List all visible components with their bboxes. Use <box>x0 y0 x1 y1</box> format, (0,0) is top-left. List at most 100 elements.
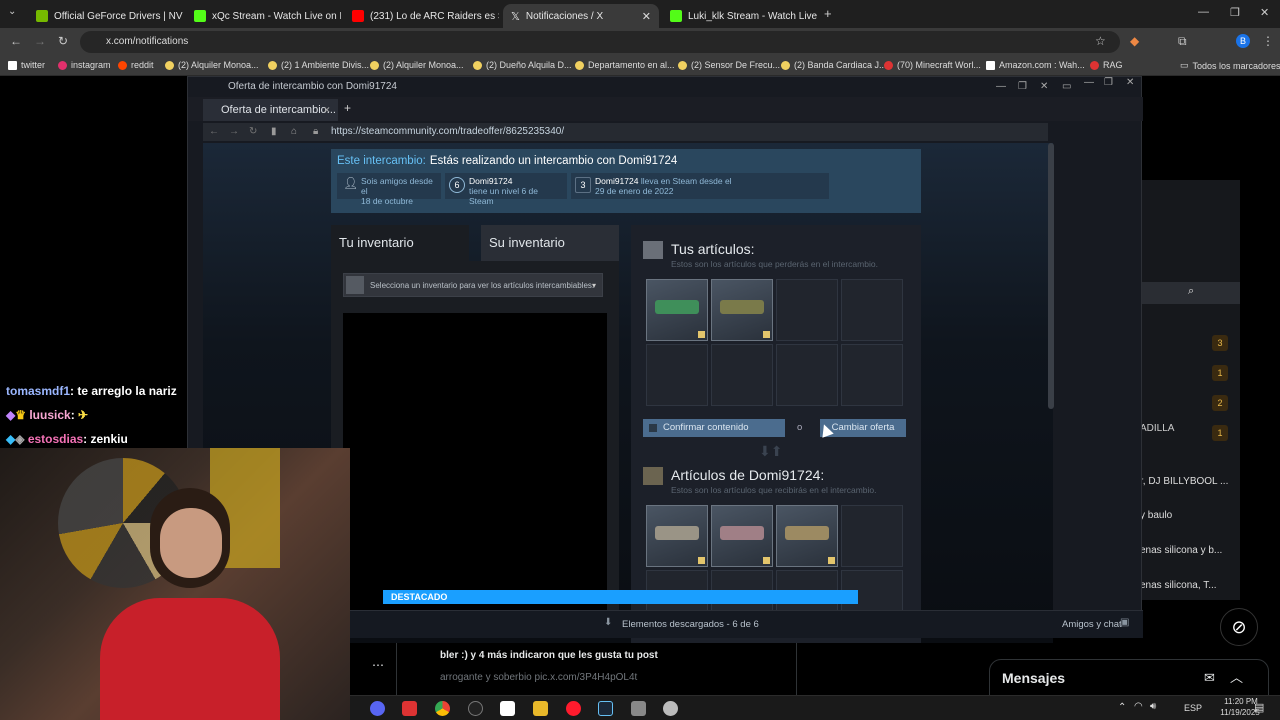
item-slot[interactable] <box>841 505 903 567</box>
extension-icon[interactable]: ◆ <box>1130 34 1139 48</box>
home-icon[interactable]: ⌂ <box>291 123 297 141</box>
close-icon[interactable]: ✕ <box>636 10 651 23</box>
bookmark-item[interactable]: Departamento en al... <box>575 60 675 70</box>
item-slot[interactable] <box>841 279 903 341</box>
reload-icon[interactable]: ↻ <box>249 123 257 141</box>
app-icon[interactable] <box>500 701 515 716</box>
reload-icon[interactable]: ↻ <box>58 34 68 48</box>
bookmark-icon[interactable]: ▮ <box>271 123 277 141</box>
more-icon[interactable]: ⋯ <box>372 658 384 672</box>
app-icon[interactable] <box>402 701 417 716</box>
bookmark-item[interactable]: (2) Dueño Alquila D... <box>473 60 572 70</box>
language-indicator[interactable]: ESP <box>1184 703 1202 713</box>
wifi-icon[interactable]: ◠ <box>1134 701 1143 712</box>
forward-icon[interactable]: → <box>229 123 239 141</box>
avatar[interactable]: B <box>1236 34 1250 48</box>
forward-icon[interactable]: → <box>34 34 46 48</box>
tab-your-inventory[interactable]: Tu inventario <box>331 225 469 261</box>
close-icon[interactable]: ✕ <box>1126 73 1134 93</box>
app-icon[interactable] <box>631 701 646 716</box>
search-icon[interactable]: ⌕ <box>1188 285 1194 298</box>
bookmark-reddit[interactable]: reddit <box>118 60 154 70</box>
bookmark-instagram[interactable]: instagram <box>58 60 111 70</box>
minimize-icon[interactable]: — <box>1084 73 1094 93</box>
bookmark-item[interactable]: (70) Minecraft Worl... <box>884 60 981 70</box>
new-message-icon[interactable]: ✉ <box>1204 660 1215 696</box>
close-window-icon[interactable]: ✕ <box>1260 6 1269 19</box>
tab-xqc[interactable]: xQc Stream - Watch Live on Kick ✕ <box>186 4 341 28</box>
steam-url-bar[interactable]: ← → ↻ ▮ ⌂ 🔒︎ https://steamcommunity.com/… <box>203 123 1048 141</box>
maximize-icon[interactable]: ❐ <box>1018 77 1027 97</box>
volume-icon[interactable]: 🔊︎ <box>1150 701 1156 712</box>
close-icon[interactable]: ✕ <box>1040 77 1048 97</box>
item-slot[interactable] <box>776 505 838 567</box>
item-slot[interactable] <box>646 279 708 341</box>
item-slot[interactable] <box>711 344 773 406</box>
tab-nvidia[interactable]: Official GeForce Drivers | NVIDIA ✕ <box>28 4 183 28</box>
grok-icon[interactable]: ⊘ <box>1220 608 1258 646</box>
all-bookmarks-folder[interactable]: ▭ Todos los marcadores <box>1180 60 1280 71</box>
back-icon[interactable]: ← <box>10 34 22 48</box>
item-slot[interactable] <box>646 344 708 406</box>
post-text[interactable]: arrogante y soberbio pic.x.com/3P4H4pOL4… <box>440 672 637 683</box>
bookmark-item[interactable]: (2) Alquiler Monoa... <box>165 60 259 70</box>
bookmark-item[interactable]: (2) Alquiler Monoa... <box>370 60 464 70</box>
bookmark-item[interactable]: (2) Sensor De Frecu... <box>678 60 780 70</box>
extensions-icon[interactable]: ⧉ <box>1178 34 1187 49</box>
back-icon[interactable]: ← <box>209 123 219 141</box>
maximize-icon[interactable]: ❐ <box>1230 6 1240 19</box>
scrollbar[interactable] <box>1048 143 1054 409</box>
item-slot[interactable] <box>646 505 708 567</box>
bookmark-rag[interactable]: RAG <box>1090 60 1123 70</box>
side-item[interactable]: r, DJ BILLYBOOL ... <box>1140 476 1228 487</box>
item-slot[interactable] <box>776 344 838 406</box>
discord-icon[interactable] <box>370 701 385 716</box>
steam-icon[interactable] <box>598 701 613 716</box>
side-search[interactable]: ⌕ <box>1140 282 1240 304</box>
menu-icon[interactable]: ⋮ <box>1262 34 1274 48</box>
downloads-status[interactable]: Elementos descargados - 6 de 6 <box>622 619 759 630</box>
messages-drawer[interactable]: Mensajes ✉ ︿ <box>989 659 1269 699</box>
side-item[interactable]: enas silicona, T... <box>1140 580 1217 591</box>
maximize-icon[interactable]: ❐ <box>1104 73 1113 93</box>
side-item[interactable]: enas silicona y b... <box>1140 545 1222 556</box>
bookmark-amazon[interactable]: Amazon.com : Wah... <box>986 60 1085 70</box>
opera-icon[interactable] <box>566 701 581 716</box>
chevron-up-icon[interactable]: ⌃ <box>1118 702 1126 713</box>
side-item[interactable]: y baulo <box>1140 510 1172 521</box>
item-slot[interactable] <box>776 279 838 341</box>
url-field[interactable]: x.com/notifications <box>80 31 1120 53</box>
inventory-select[interactable]: Selecciona un inventario para ver los ar… <box>343 273 603 297</box>
minimize-icon[interactable]: — <box>996 77 1006 97</box>
chevron-up-icon[interactable]: ︿ <box>1230 660 1243 696</box>
folder-icon[interactable] <box>533 701 548 716</box>
tab-trade-offer[interactable]: Oferta de intercambio... ✕ <box>203 99 338 121</box>
bookmark-item[interactable]: (2) 1 Ambiente Divis... <box>268 60 369 70</box>
tab-youtube[interactable]: (231) Lo de ARC Raiders es SAL ✕ <box>344 4 499 28</box>
close-icon[interactable]: ✕ <box>323 99 331 121</box>
tab-notifications[interactable]: 𝕏 Notificaciones / X ✕ <box>503 4 659 28</box>
chat-icon[interactable]: ▣ <box>1120 617 1129 628</box>
tab-luki[interactable]: Luki_klk Stream - Watch Live on ✕ <box>662 4 817 28</box>
window-icon[interactable]: ▭ <box>1062 77 1071 97</box>
bookmark-star-icon[interactable]: ☆ <box>1095 34 1106 48</box>
chrome-icon[interactable] <box>435 701 450 716</box>
confirm-contents-button[interactable]: Confirmar contenido <box>643 419 785 437</box>
bookmark-item[interactable]: (2) Banda Cardiaca J... <box>781 60 887 70</box>
new-tab-button[interactable]: + <box>824 6 832 21</box>
app-icon[interactable] <box>663 701 678 716</box>
minimize-icon[interactable]: — <box>1198 6 1209 18</box>
change-offer-button[interactable]: Cambiar oferta <box>820 419 906 437</box>
app-icon[interactable] <box>468 701 483 716</box>
item-slot[interactable] <box>711 279 773 341</box>
tab-search-icon[interactable]: ⌄ <box>8 6 16 17</box>
item-slot[interactable] <box>711 505 773 567</box>
bookmark-twitter[interactable]: twitter <box>8 60 45 70</box>
new-tab-button[interactable]: + <box>344 101 351 115</box>
notification-icon[interactable]: ▤ <box>1254 701 1264 714</box>
featured-banner[interactable]: DESTACADO <box>383 590 858 604</box>
post-line[interactable]: bler :) y 4 más indicaron que les gusta … <box>440 650 658 661</box>
item-slot[interactable] <box>841 344 903 406</box>
friends-chat-button[interactable]: Amigos y chat <box>1062 619 1122 630</box>
tab-their-inventory[interactable]: Su inventario <box>481 225 619 261</box>
